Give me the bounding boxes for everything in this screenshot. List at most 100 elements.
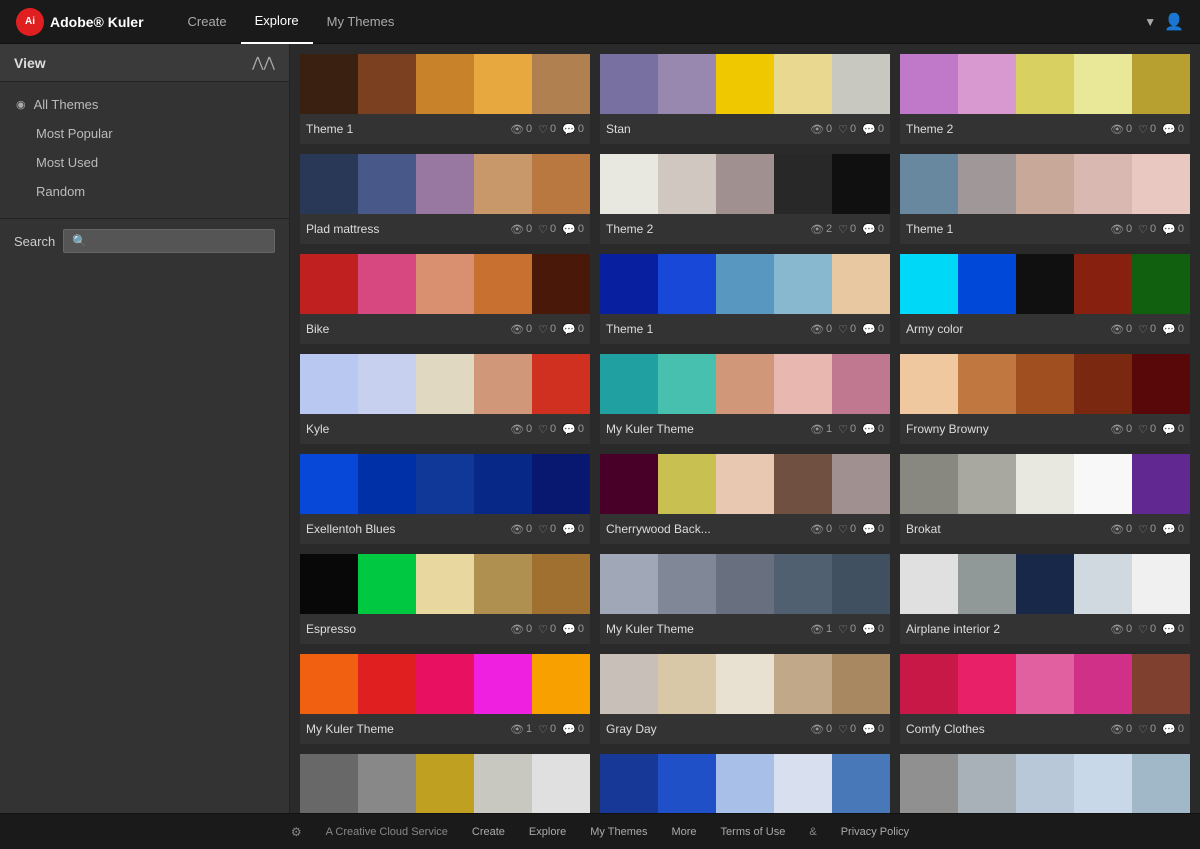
color-swatch [958,54,1016,114]
theme-card[interactable]: Espresso 👁 0 ♡ 0 💬 0 [300,554,590,644]
comments-stat: 💬 0 [1162,423,1184,436]
theme-card[interactable]: Stan 👁 0 ♡ 0 💬 0 [600,54,890,144]
color-swatch [358,754,416,813]
like-count: 0 [550,723,556,735]
theme-stats: 👁 0 ♡ 0 💬 0 [810,523,884,536]
comments-stat: 💬 0 [1162,723,1184,736]
color-swatch [958,654,1016,714]
comment-icon: 💬 [562,523,576,536]
likes-stat: ♡ 0 [838,423,856,436]
theme-card[interactable]: Corporate Blue 👁 0 ♡ 0 💬 0 [900,754,1190,813]
eye-icon: 👁 [510,723,524,736]
footer-link-create[interactable]: Create [472,826,505,838]
theme-card[interactable]: Theme 1 👁 0 ♡ 0 💬 0 [300,54,590,144]
theme-card[interactable]: Brokat 👁 0 ♡ 0 💬 0 [900,454,1190,544]
user-icon[interactable]: 👤 [1164,12,1184,32]
color-swatch [300,654,358,714]
logo: Ai Adobe® Kuler [16,8,144,36]
views-stat: 👁 0 [1110,723,1132,736]
theme-info: My Kuler Theme 👁 1 ♡ 0 💬 0 [600,414,890,444]
like-count: 0 [850,523,856,535]
collapse-icon[interactable]: ⋀⋀ [252,54,275,71]
footer-link-privacy[interactable]: Privacy Policy [841,826,909,838]
color-swatch [358,454,416,514]
color-swatch [300,154,358,214]
theme-card[interactable]: My Kuler Theme 👁 1 ♡ 0 💬 0 [600,554,890,644]
color-swatch [358,554,416,614]
color-swatch [600,54,658,114]
color-swatch [774,154,832,214]
theme-name: My Kuler Theme [306,722,394,736]
color-swatch [832,354,890,414]
theme-card[interactable]: My Kuler Theme 👁 1 ♡ 0 💬 0 [300,654,590,744]
footer-link-explore[interactable]: Explore [529,826,566,838]
nav-my-themes[interactable]: My Themes [313,0,409,44]
theme-card[interactable]: Airplane interior 2 👁 0 ♡ 0 💬 0 [900,554,1190,644]
nav-explore[interactable]: Explore [241,0,313,44]
theme-name: Theme 1 [306,122,353,136]
sidebar-item-most-used[interactable]: Most Used [0,148,289,177]
like-count: 0 [1150,323,1156,335]
like-count: 0 [550,323,556,335]
footer-link-more[interactable]: More [671,826,696,838]
likes-stat: ♡ 0 [1138,323,1156,336]
like-count: 0 [850,223,856,235]
comment-icon: 💬 [1162,623,1176,636]
sidebar-item-all-themes[interactable]: ◉ All Themes [0,90,289,119]
theme-card[interactable]: Theme 2 👁 2 ♡ 0 💬 0 [600,154,890,244]
theme-card[interactable]: Frowny Browny 👁 0 ♡ 0 💬 0 [900,354,1190,444]
heart-icon: ♡ [538,423,548,436]
theme-name: Frowny Browny [906,422,989,436]
color-swatch [532,554,590,614]
theme-card[interactable]: Cherrywood Back... 👁 0 ♡ 0 💬 0 [600,454,890,544]
color-swatch [1016,154,1074,214]
views-stat: 👁 0 [1110,423,1132,436]
color-swatch [600,354,658,414]
theme-card[interactable]: Comfy Clothes 👁 0 ♡ 0 💬 0 [900,654,1190,744]
theme-card[interactable]: Exellentoh Blues 👁 0 ♡ 0 💬 0 [300,454,590,544]
color-swatch [716,554,774,614]
heart-icon: ♡ [838,623,848,636]
theme-card[interactable]: Bike 👁 0 ♡ 0 💬 0 [300,254,590,344]
color-swatch [658,354,716,414]
nav-create[interactable]: Create [174,0,241,44]
theme-card[interactable]: Theme 1 👁 0 ♡ 0 💬 0 [600,254,890,344]
color-swatch [532,654,590,714]
color-swatch [532,54,590,114]
sidebar-item-random[interactable]: Random [0,177,289,206]
footer-link-my-themes[interactable]: My Themes [590,826,647,838]
footer-ampersand: & [809,826,816,838]
theme-card[interactable]: My Kuler Theme 👁 1 ♡ 0 💬 0 [600,354,890,444]
heart-icon: ♡ [1138,323,1148,336]
heart-icon: ♡ [1138,723,1148,736]
theme-card[interactable]: Gray Day 👁 0 ♡ 0 💬 0 [600,654,890,744]
theme-card[interactable]: Army color 👁 0 ♡ 0 💬 0 [900,254,1190,344]
theme-name: Theme 1 [606,322,653,336]
eye-icon: 👁 [510,423,524,436]
search-input[interactable] [63,229,275,253]
color-swatch [416,654,474,714]
comment-count: 0 [1178,423,1184,435]
theme-swatches [900,154,1190,214]
theme-swatches [300,254,590,314]
footer-link-terms[interactable]: Terms of Use [721,826,786,838]
theme-swatches [900,454,1190,514]
comment-icon: 💬 [1162,323,1176,336]
theme-swatches [300,154,590,214]
likes-stat: ♡ 0 [838,123,856,136]
color-swatch [600,154,658,214]
sidebar-item-most-popular[interactable]: Most Popular [0,119,289,148]
theme-card[interactable]: Kyle 👁 0 ♡ 0 💬 0 [300,354,590,444]
color-swatch [658,754,716,813]
color-swatch [774,654,832,714]
theme-card[interactable]: Theme 1 👁 0 ♡ 0 💬 0 [900,154,1190,244]
theme-card[interactable]: Airplane interior 👁 0 ♡ 0 💬 0 [300,754,590,813]
view-count: 1 [526,723,532,735]
theme-card[interactable]: Copy of Israel 👁 0 ♡ 0 💬 0 [600,754,890,813]
views-stat: 👁 0 [510,123,532,136]
theme-card[interactable]: Theme 2 👁 0 ♡ 0 💬 0 [900,54,1190,144]
color-swatch [600,654,658,714]
comments-stat: 💬 0 [862,723,884,736]
dropdown-icon[interactable]: ▼ [1144,15,1156,29]
theme-card[interactable]: Plad mattress 👁 0 ♡ 0 💬 0 [300,154,590,244]
